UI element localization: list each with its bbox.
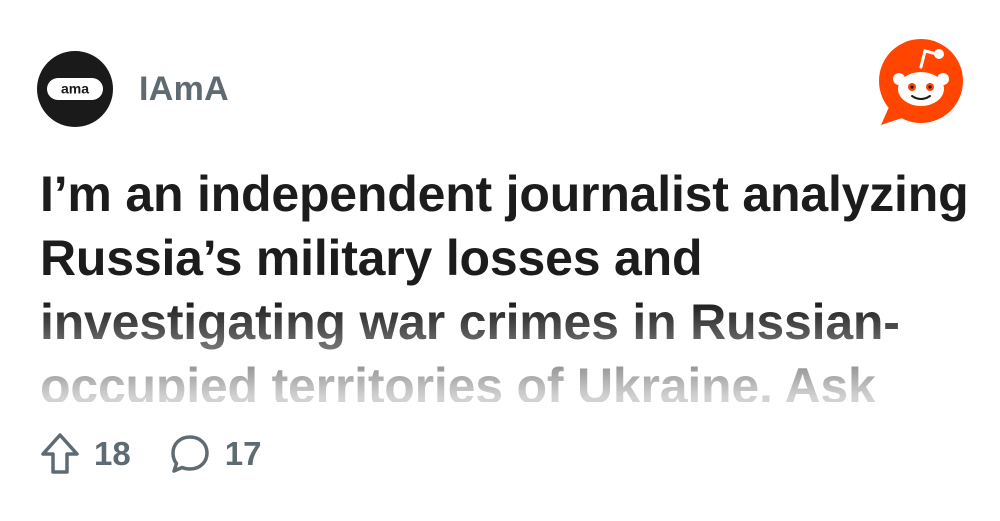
avatar-text: ama <box>61 81 89 97</box>
subreddit-name[interactable]: IAmA <box>139 70 229 109</box>
post-title-container[interactable]: I’m an independent journalist analyzing … <box>40 162 970 402</box>
subreddit-avatar[interactable]: ama <box>37 51 113 127</box>
reddit-logo-icon[interactable] <box>875 37 967 129</box>
ama-logo-icon: ama <box>47 78 103 100</box>
post-actions: 18 17 <box>40 432 261 476</box>
post-header: ama IAmA <box>37 51 229 127</box>
upvote-arrow-icon <box>41 433 79 474</box>
comment-bubble-icon <box>170 435 209 473</box>
comments-button[interactable]: 17 <box>169 433 262 475</box>
post-card[interactable]: ama IAmA I’m an independent journalist a… <box>0 0 1000 521</box>
upvote-button[interactable]: 18 <box>40 432 131 476</box>
comment-count: 17 <box>224 435 262 472</box>
upvote-count: 18 <box>94 435 131 472</box>
post-title[interactable]: I’m an independent journalist analyzing … <box>40 162 970 402</box>
